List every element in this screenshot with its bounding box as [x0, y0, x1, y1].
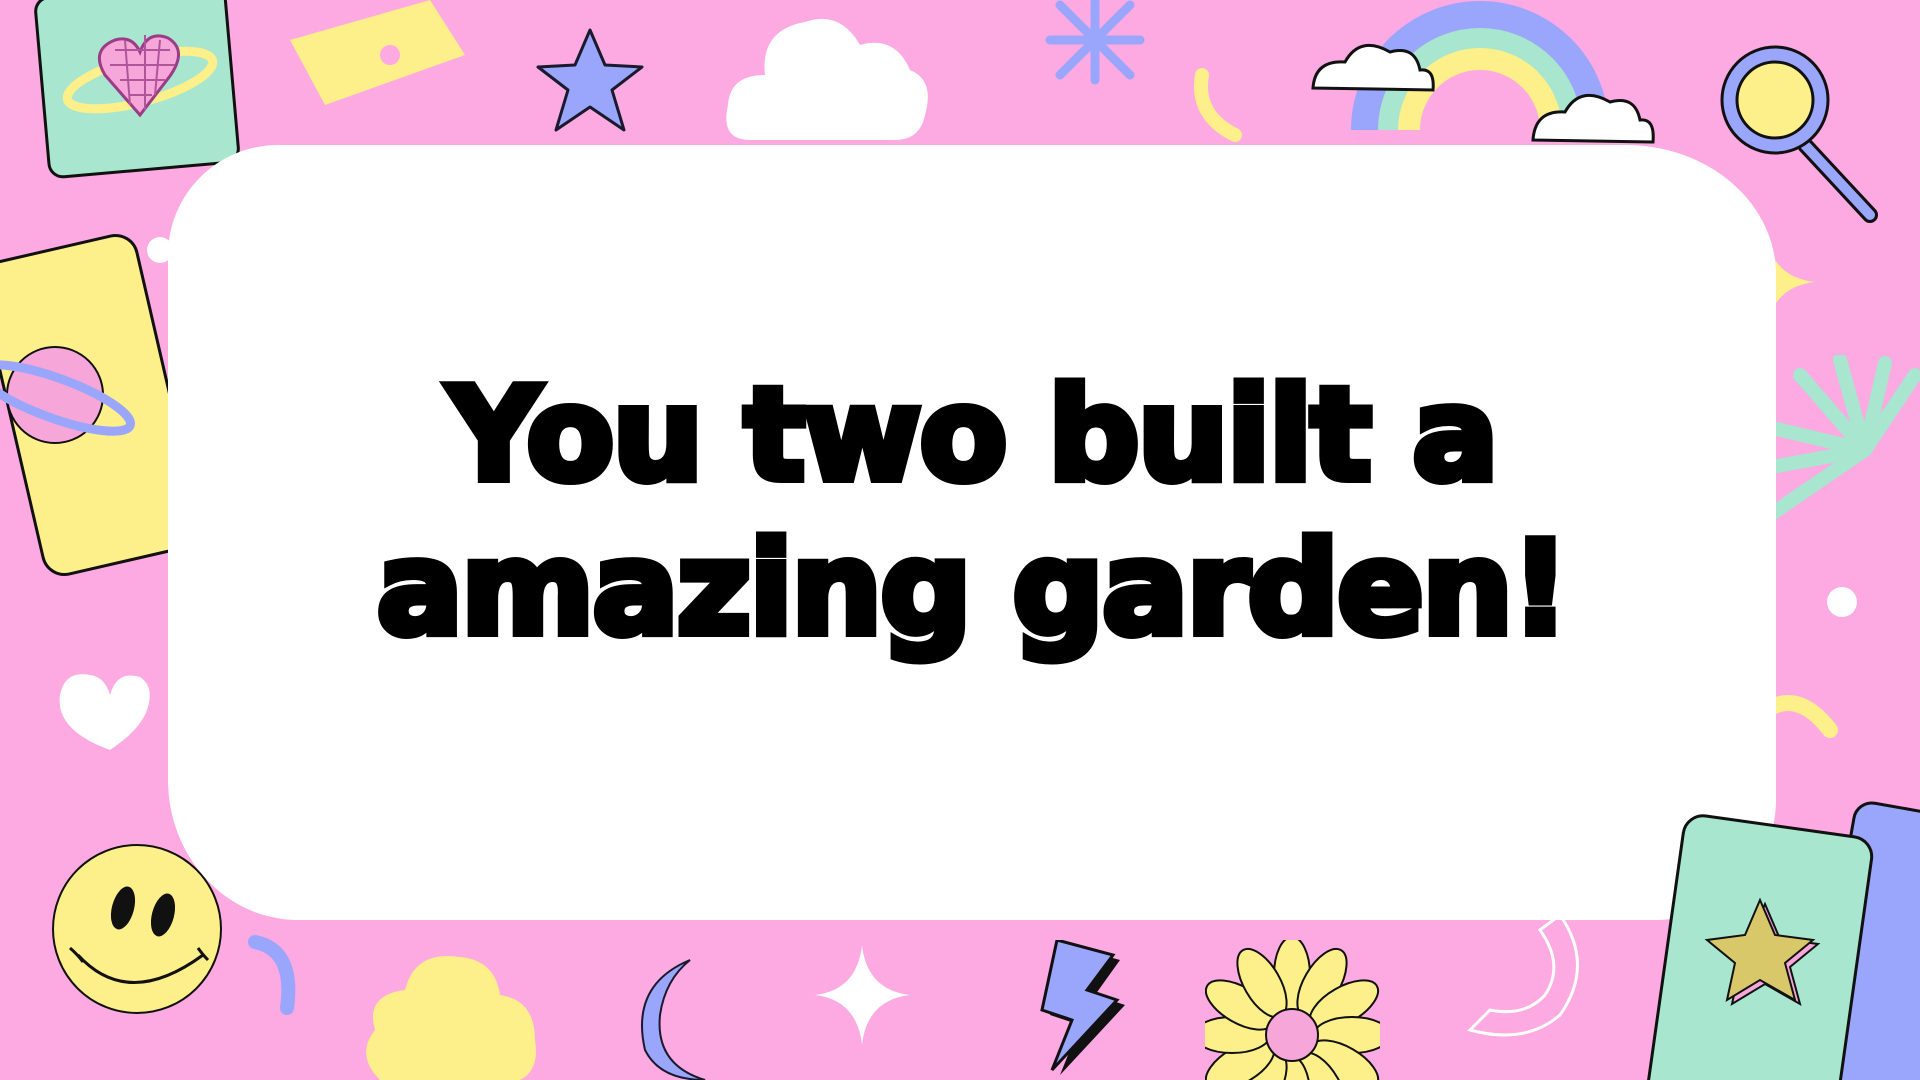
- star-card-icon: [1646, 801, 1920, 1080]
- asterisk-icon: [1045, 0, 1145, 85]
- ticket-icon: [290, 0, 465, 105]
- rainbow-icon: [1311, 1, 1655, 144]
- headline-line-1: You two built a: [443, 357, 1502, 514]
- sparkle-icon-bottom: [815, 945, 910, 1045]
- cloud-icon: [726, 18, 928, 140]
- headline: You two built a amazing garden!: [373, 357, 1574, 706]
- dot-icon-right: [1827, 587, 1857, 617]
- moon-icon: [641, 959, 706, 1080]
- arc-outline-icon: [1467, 912, 1579, 1037]
- heart-icon: [59, 674, 150, 750]
- slide-canvas: You two built a amazing garden!: [0, 0, 1920, 1080]
- squiggle-icon: [248, 935, 296, 1015]
- flower-icon: [1205, 940, 1380, 1080]
- star-icon: [536, 28, 644, 132]
- lightning-icon: [1040, 940, 1125, 1075]
- smiley-icon: [52, 844, 222, 1014]
- crescent-shape-icon: [1194, 68, 1242, 142]
- headline-line-2: amazing garden!: [373, 511, 1574, 668]
- cloud-icon-bottom: [366, 955, 536, 1080]
- message-panel: You two built a amazing garden!: [168, 145, 1776, 920]
